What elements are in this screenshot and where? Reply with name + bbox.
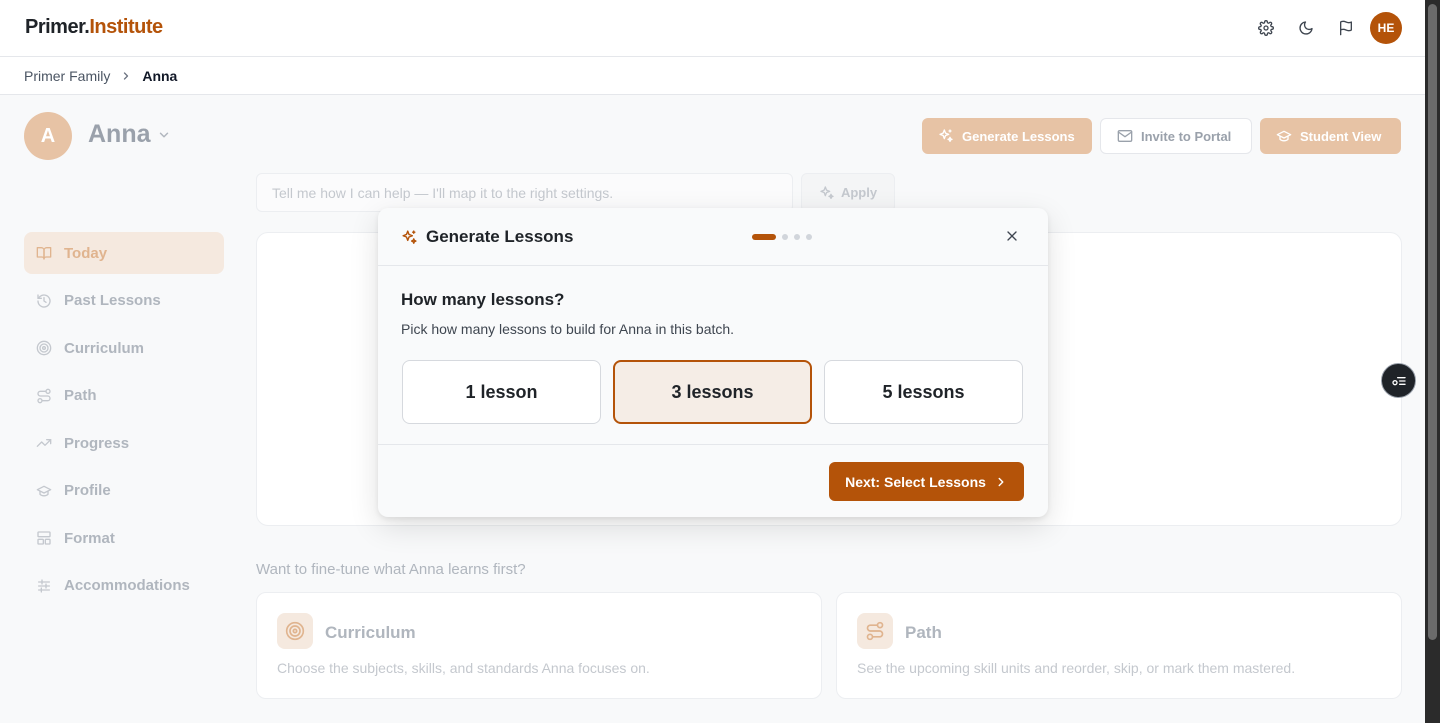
modal-title-text: Generate Lessons: [426, 227, 574, 246]
target-icon: [277, 613, 313, 649]
app-logo[interactable]: Primer.Institute: [25, 16, 163, 39]
help-prompt-input[interactable]: Tell me how I can help — I'll map it to …: [256, 173, 793, 212]
sparkles-icon: [819, 185, 835, 201]
sparkles-icon: [938, 128, 954, 144]
route-icon: [36, 388, 52, 404]
invite-to-portal-button[interactable]: Invite to Portal: [1100, 118, 1252, 154]
settings-gear-icon[interactable]: [1246, 8, 1286, 48]
step-dot: [782, 234, 788, 240]
graduation-cap-icon: [36, 483, 52, 499]
sidebar-item-label: Today: [64, 244, 108, 262]
target-icon: [36, 340, 52, 356]
sidebar-item-past-lessons[interactable]: Past Lessons: [24, 280, 224, 322]
question-subtitle: Pick how many lessons to build for Anna …: [401, 321, 735, 337]
sidebar-item-curriculum[interactable]: Curriculum: [24, 327, 224, 369]
tile-description: Choose the subjects, skills, and standar…: [277, 660, 650, 676]
chevron-right-icon: [120, 70, 132, 82]
fine-tune-prompt: Want to fine-tune what Anna learns first…: [256, 561, 526, 578]
student-name: Anna: [88, 120, 151, 148]
moon-icon[interactable]: [1286, 8, 1326, 48]
route-icon: [857, 613, 893, 649]
breadcrumb-family-link[interactable]: Primer Family: [24, 68, 110, 84]
next-select-lessons-button[interactable]: Next: Select Lessons: [829, 462, 1024, 501]
sliders-icon: [36, 578, 52, 594]
lesson-count-option-1[interactable]: 1 lesson: [402, 360, 601, 424]
mail-icon: [1117, 128, 1133, 144]
step-dot: [806, 234, 812, 240]
student-view-label: Student View: [1300, 128, 1382, 144]
trending-up-icon: [36, 435, 52, 451]
sidebar-item-profile[interactable]: Profile: [24, 470, 224, 512]
question-title: How many lessons?: [401, 290, 565, 309]
top-actions: HE: [1246, 0, 1425, 56]
step-dot: [794, 234, 800, 240]
tile-title: Curriculum: [325, 623, 416, 642]
apply-button[interactable]: Apply: [801, 173, 895, 212]
sidebar-item-label: Profile: [64, 482, 111, 499]
student-switcher[interactable]: Anna: [88, 120, 171, 149]
layout-icon: [36, 530, 52, 546]
book-open-icon: [36, 245, 52, 261]
next-label: Next: Select Lessons: [845, 473, 986, 490]
user-avatar[interactable]: HE: [1370, 12, 1402, 44]
flag-icon[interactable]: [1326, 8, 1366, 48]
curriculum-tile[interactable]: Curriculum Choose the subjects, skills, …: [256, 592, 822, 699]
tile-title: Path: [905, 623, 942, 642]
sidebar-item-label: Path: [64, 387, 97, 404]
sidebar-item-progress[interactable]: Progress: [24, 422, 224, 464]
logo-institute: Institute: [89, 16, 163, 38]
breadcrumb: Primer Family Anna: [0, 57, 1425, 95]
apply-label: Apply: [840, 185, 878, 200]
step-dot-active: [752, 234, 776, 240]
sidebar-item-label: Format: [64, 529, 115, 547]
scrollbar-thumb[interactable]: [1428, 4, 1437, 640]
chevron-down-icon: [157, 128, 171, 142]
lesson-count-option-3[interactable]: 3 lessons: [613, 360, 812, 424]
sidebar-item-label: Past Lessons: [64, 292, 161, 309]
close-icon[interactable]: [1000, 224, 1024, 248]
sidebar-item-accommodations[interactable]: Accommodations: [24, 565, 224, 607]
top-navbar: Primer.Institute HE: [0, 0, 1425, 57]
history-icon: [36, 293, 52, 309]
generate-lessons-modal: Generate Lessons How many lessons? Pick …: [378, 208, 1048, 517]
sidebar-item-path[interactable]: Path: [24, 375, 224, 417]
modal-title: Generate Lessons: [401, 227, 573, 247]
lesson-count-option-5[interactable]: 5 lessons: [824, 360, 1023, 424]
generate-lessons-button[interactable]: Generate Lessons: [922, 118, 1092, 154]
sparkles-icon: [401, 229, 418, 246]
student-view-button[interactable]: Student View: [1260, 118, 1401, 154]
student-avatar: A: [24, 112, 72, 160]
chevron-right-icon: [994, 475, 1008, 489]
breadcrumb-current: Anna: [142, 67, 178, 84]
sidebar-item-today[interactable]: Today: [24, 232, 224, 274]
logo-primer: Primer.: [25, 16, 90, 38]
path-tile[interactable]: Path See the upcoming skill units and re…: [836, 592, 1402, 699]
assistant-toggle-button[interactable]: [1381, 363, 1416, 398]
sidebar-nav: Today Past Lessons Curriculum Path Progr…: [24, 232, 224, 612]
sidebar-item-label: Accommodations: [64, 577, 190, 594]
invite-label: Invite to Portal: [1141, 128, 1232, 144]
tile-description: See the upcoming skill units and reorder…: [857, 660, 1296, 676]
graduation-cap-icon: [1276, 128, 1292, 144]
sidebar-item-label: Progress: [64, 434, 130, 452]
generate-lessons-label: Generate Lessons: [962, 128, 1075, 144]
sidebar-item-format[interactable]: Format: [24, 517, 224, 559]
modal-footer: Next: Select Lessons: [378, 444, 1048, 517]
list-settings-icon: [1391, 373, 1407, 389]
step-indicator: [752, 234, 812, 240]
modal-header: Generate Lessons: [378, 208, 1048, 266]
sidebar-item-label: Curriculum: [64, 339, 145, 357]
